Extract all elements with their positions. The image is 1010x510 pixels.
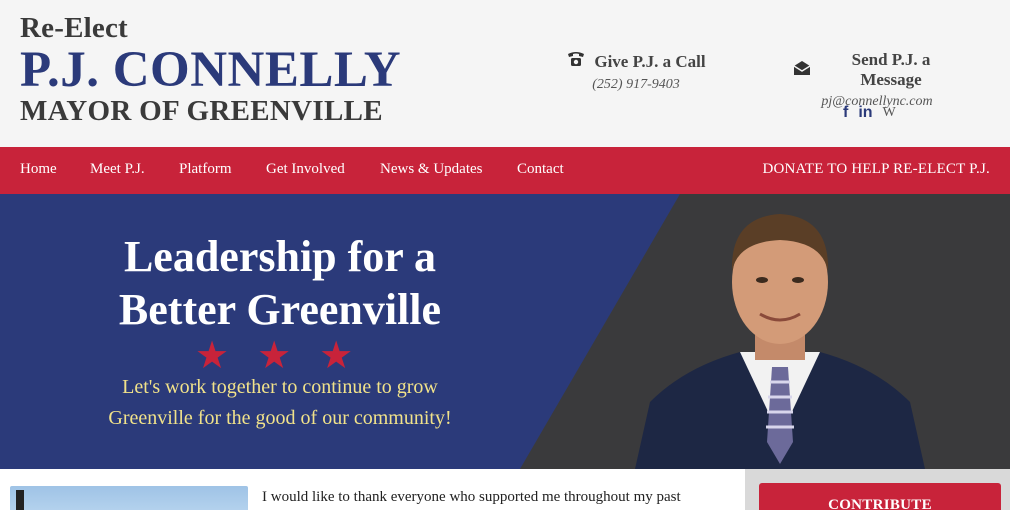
phone-icon bbox=[566, 50, 586, 73]
site-header: Re-Elect P.J. CONNELLY MAYOR OF GREENVIL… bbox=[0, 0, 1010, 147]
social-links: f in W bbox=[843, 104, 896, 122]
nav-get-involved[interactable]: Get Involved bbox=[266, 161, 345, 178]
main-nav: Home Meet P.J. Platform Get Involved New… bbox=[0, 147, 1010, 194]
star-icon: ★ bbox=[257, 335, 292, 377]
envelope-icon bbox=[792, 59, 812, 82]
hero-subtitle: Let's work together to continue to grow … bbox=[60, 372, 500, 434]
message-title-row: Send P.J. a Message bbox=[792, 50, 962, 90]
nav-contact[interactable]: Contact bbox=[517, 161, 564, 178]
call-title: Give P.J. a Call bbox=[594, 51, 706, 71]
intro-paragraph: I would like to thank everyone who suppo… bbox=[262, 489, 681, 505]
lamp-post-graphic bbox=[16, 490, 24, 510]
nav-news-updates[interactable]: News & Updates bbox=[380, 161, 482, 178]
nav-home[interactable]: Home bbox=[20, 161, 57, 178]
call-phone[interactable]: (252) 917-9403 bbox=[566, 77, 706, 93]
featured-photo bbox=[10, 486, 248, 510]
wikipedia-icon[interactable]: W bbox=[883, 105, 896, 121]
star-icon: ★ bbox=[319, 335, 354, 377]
reelect-label: Re-Elect bbox=[20, 12, 128, 44]
office-title: MAYOR OF GREENVILLE bbox=[20, 95, 383, 127]
hero-headline: Leadership for a Better Greenville bbox=[60, 230, 500, 336]
nav-meet-pj[interactable]: Meet P.J. bbox=[90, 161, 145, 178]
message-title: Send P.J. a Message bbox=[851, 50, 931, 89]
nav-platform[interactable]: Platform bbox=[179, 161, 232, 178]
facebook-icon[interactable]: f bbox=[843, 104, 848, 122]
candidate-name[interactable]: P.J. CONNELLY bbox=[20, 42, 401, 98]
call-block[interactable]: Give P.J. a Call (252) 917-9403 bbox=[566, 50, 706, 93]
star-icon: ★ bbox=[195, 335, 230, 377]
message-block[interactable]: Send P.J. a Message pj@connellync.com bbox=[792, 50, 962, 110]
contribute-button[interactable]: CONTRIBUTE bbox=[759, 483, 1001, 510]
hero-banner: Leadership for a Better Greenville ★ ★ ★… bbox=[0, 194, 1010, 469]
donate-link[interactable]: DONATE TO HELP RE-ELECT P.J. bbox=[762, 161, 990, 178]
headline-line-2: Better Greenville bbox=[118, 285, 442, 334]
subtitle-line-2: Greenville for the good of our community… bbox=[108, 407, 452, 429]
stars-row: ★ ★ ★ bbox=[195, 335, 354, 377]
call-title-row: Give P.J. a Call bbox=[566, 50, 706, 73]
subtitle-line-1: Let's work together to continue to grow bbox=[122, 376, 438, 398]
headline-line-1: Leadership for a bbox=[123, 232, 437, 281]
linkedin-icon[interactable]: in bbox=[858, 104, 872, 122]
candidate-portrait bbox=[635, 214, 925, 469]
